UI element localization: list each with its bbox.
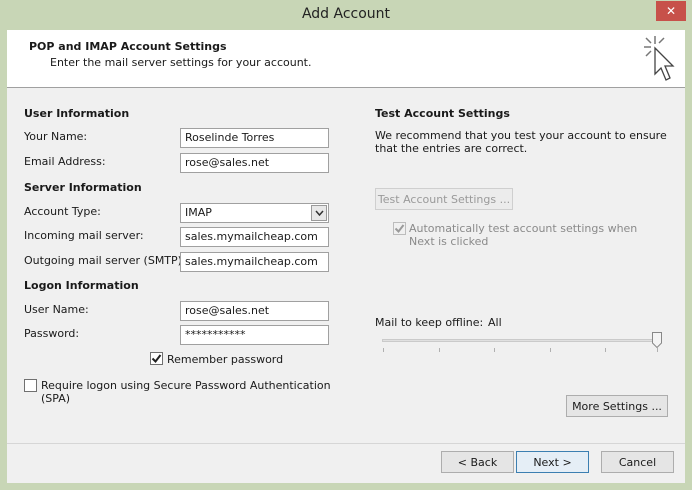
window-title: Add Account bbox=[301, 6, 391, 22]
test-account-settings-heading: Test Account Settings bbox=[375, 107, 510, 120]
mail-offline-label: Mail to keep offline: bbox=[375, 316, 484, 329]
account-type-value: IMAP bbox=[185, 206, 212, 219]
test-account-description: We recommend that you test your account … bbox=[375, 129, 667, 155]
account-type-label: Account Type: bbox=[24, 205, 101, 218]
test-account-settings-button[interactable]: Test Account Settings ... bbox=[375, 188, 513, 210]
outgoing-server-input[interactable]: sales.mymailcheap.com bbox=[180, 252, 329, 272]
user-name-label: User Name: bbox=[24, 303, 89, 316]
server-information-heading: Server Information bbox=[24, 181, 142, 194]
spa-label: Require logon using Secure Password Auth… bbox=[41, 379, 331, 405]
remember-password-checkbox[interactable] bbox=[150, 352, 163, 365]
back-button[interactable]: < Back bbox=[441, 451, 514, 473]
cursor-click-icon bbox=[641, 34, 675, 87]
user-name-input[interactable]: rose@sales.net bbox=[180, 301, 329, 321]
slider-tick bbox=[550, 348, 551, 352]
account-type-select[interactable]: IMAP bbox=[180, 203, 329, 223]
email-address-label: Email Address: bbox=[24, 155, 106, 168]
slider-tick bbox=[494, 348, 495, 352]
slider-tick bbox=[383, 348, 384, 352]
chevron-down-icon[interactable] bbox=[311, 205, 327, 221]
your-name-label: Your Name: bbox=[24, 130, 88, 143]
logon-information-heading: Logon Information bbox=[24, 279, 139, 292]
remember-password-label: Remember password bbox=[167, 353, 284, 366]
checkmark-icon bbox=[394, 224, 405, 234]
checkmark-icon bbox=[151, 354, 162, 364]
mail-offline-slider-thumb[interactable] bbox=[652, 332, 662, 349]
slider-tick bbox=[605, 348, 606, 352]
password-input[interactable]: *********** bbox=[180, 325, 329, 345]
dialog-body: POP and IMAP Account Settings Enter the … bbox=[7, 30, 685, 483]
more-settings-button[interactable]: More Settings ... bbox=[566, 395, 668, 417]
your-name-input[interactable]: Roselinde Torres bbox=[180, 128, 329, 148]
slider-tick bbox=[439, 348, 440, 352]
dialog-header: POP and IMAP Account Settings Enter the … bbox=[7, 30, 685, 88]
user-information-heading: User Information bbox=[24, 107, 130, 120]
incoming-server-input[interactable]: sales.mymailcheap.com bbox=[180, 227, 329, 247]
slider-tick bbox=[657, 348, 658, 352]
mail-offline-value: All bbox=[488, 316, 502, 329]
close-button[interactable]: ✕ bbox=[656, 1, 686, 21]
cancel-button[interactable]: Cancel bbox=[601, 451, 674, 473]
title-bar: Add Account ✕ bbox=[0, 0, 692, 30]
next-button[interactable]: Next > bbox=[516, 451, 589, 473]
auto-test-checkbox[interactable] bbox=[393, 222, 406, 235]
footer-divider bbox=[7, 443, 685, 444]
header-subtitle: Enter the mail server settings for your … bbox=[50, 56, 312, 69]
auto-test-label: Automatically test account settings when… bbox=[409, 222, 638, 248]
mail-offline-slider-track[interactable] bbox=[382, 339, 662, 342]
email-address-input[interactable]: rose@sales.net bbox=[180, 153, 329, 173]
header-title: POP and IMAP Account Settings bbox=[29, 40, 227, 53]
outgoing-server-label: Outgoing mail server (SMTP): bbox=[24, 254, 186, 267]
close-icon: ✕ bbox=[665, 4, 677, 18]
incoming-server-label: Incoming mail server: bbox=[24, 229, 144, 242]
password-label: Password: bbox=[24, 327, 80, 340]
spa-checkbox[interactable] bbox=[24, 379, 37, 392]
